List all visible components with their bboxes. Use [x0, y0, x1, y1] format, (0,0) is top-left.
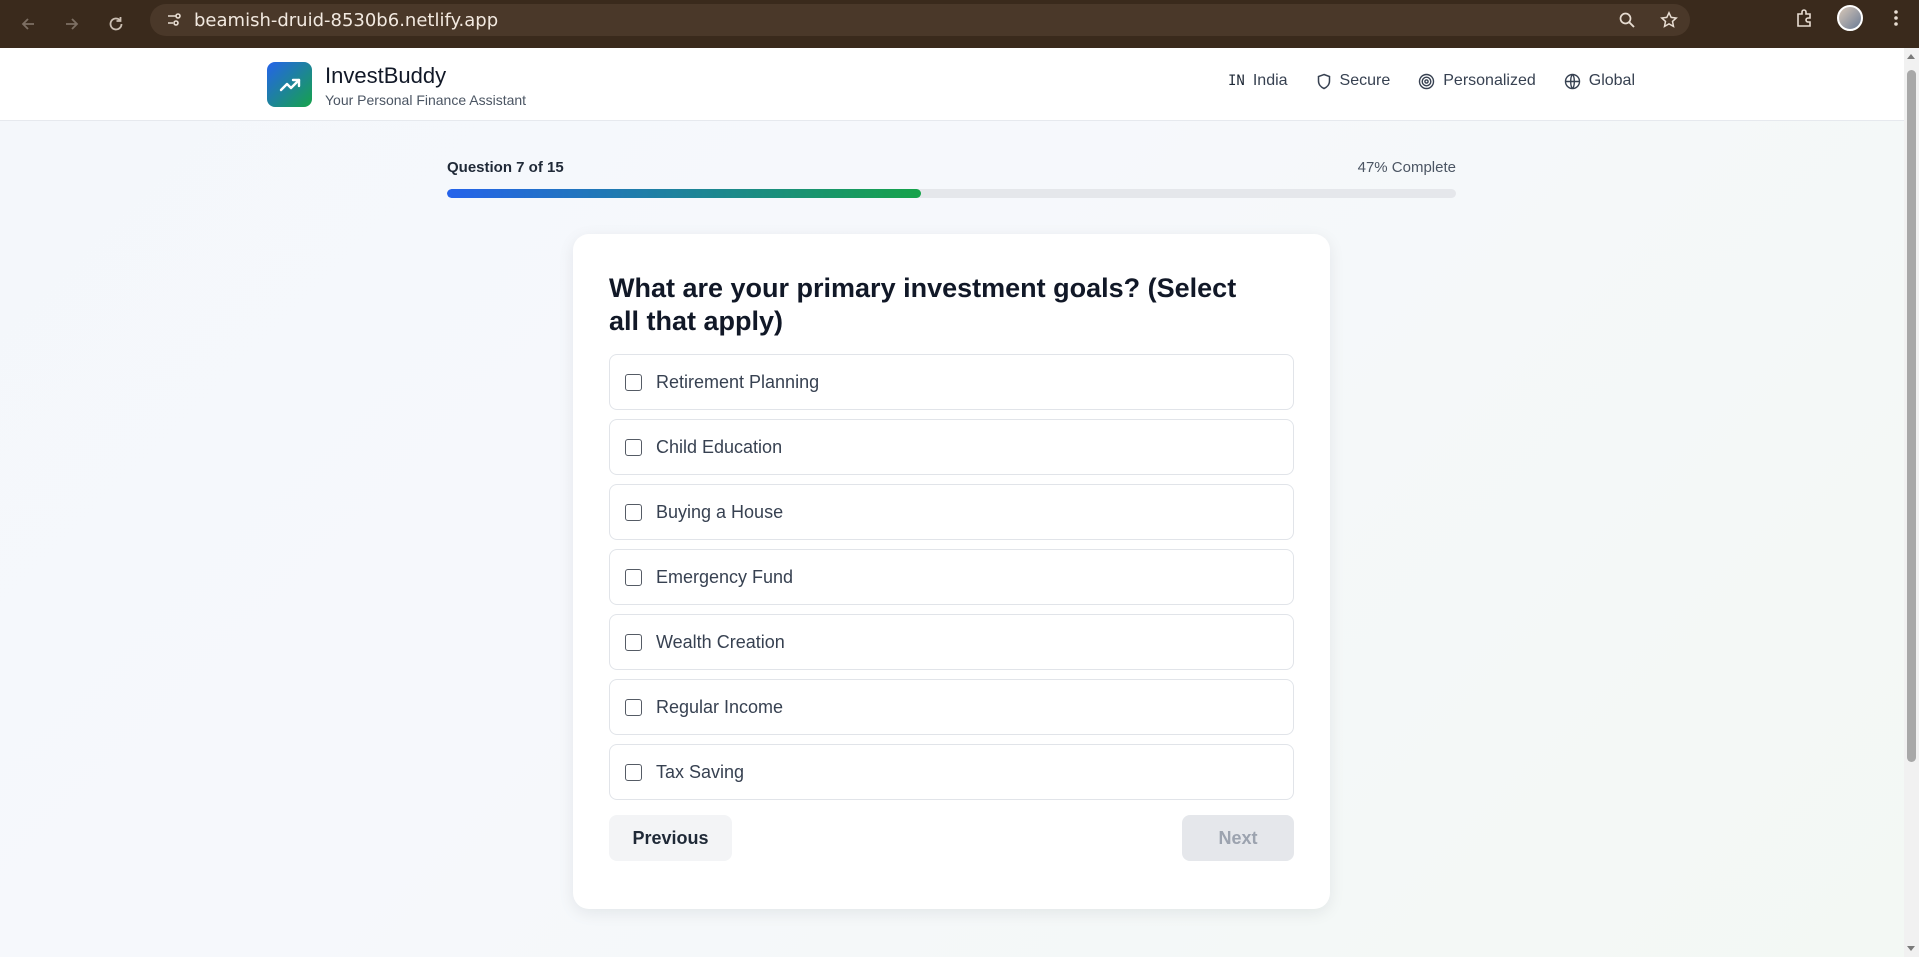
logo[interactable]: [267, 62, 312, 107]
reload-icon: [109, 17, 123, 31]
site-header: InvestBuddy Your Personal Finance Assist…: [0, 48, 1904, 121]
option-label: Buying a House: [656, 501, 784, 522]
badge-country: IN India: [1228, 72, 1288, 90]
bookmark-star-icon[interactable]: [1648, 11, 1690, 29]
progress-bar-fill: [447, 189, 922, 198]
checkbox[interactable]: [625, 568, 642, 586]
previous-button[interactable]: Previous: [609, 815, 732, 861]
option-tax-saving[interactable]: Tax Saving: [609, 744, 1294, 800]
address-bar[interactable]: beamish-druid-8530b6.netlify.app: [150, 4, 1690, 36]
question-text: What are your primary investment goals? …: [609, 273, 1237, 336]
forward-button[interactable]: [50, 6, 94, 42]
page-scrollbar[interactable]: [1904, 48, 1919, 957]
checkbox[interactable]: [625, 633, 642, 651]
scroll-up-icon[interactable]: [1907, 54, 1915, 59]
checkbox[interactable]: [625, 373, 642, 391]
option-wealth-creation[interactable]: Wealth Creation: [609, 614, 1294, 670]
option-label: Child Education: [656, 436, 783, 457]
avatar: [1837, 5, 1863, 31]
badge-personalized: Personalized: [1418, 72, 1536, 90]
checkbox[interactable]: [625, 763, 642, 781]
option-label: Retirement Planning: [656, 371, 820, 392]
question-card: What are your primary investment goals? …: [573, 234, 1330, 909]
option-retirement-planning[interactable]: Retirement Planning: [609, 354, 1294, 410]
option-label: Wealth Creation: [656, 631, 785, 652]
url-text[interactable]: beamish-druid-8530b6.netlify.app: [194, 10, 498, 31]
option-emergency-fund[interactable]: Emergency Fund: [609, 549, 1294, 605]
badge-global: Global: [1564, 72, 1635, 90]
next-button[interactable]: Next: [1182, 815, 1294, 861]
badge-global-label: Global: [1588, 72, 1635, 89]
badge-secure-label: Secure: [1339, 72, 1391, 89]
brand-tagline: Your Personal Finance Assistant: [325, 92, 527, 108]
progress-label: Question 7 of 15: [447, 159, 564, 176]
option-buying-a-house[interactable]: Buying a House: [609, 484, 1294, 540]
header-badges: IN India Secure Personalized Global: [1228, 72, 1635, 90]
globe-icon: [1564, 73, 1580, 89]
browser-toolbar: beamish-druid-8530b6.netlify.app: [0, 0, 1919, 48]
arrow-left-icon: [21, 18, 34, 30]
checkbox[interactable]: [625, 438, 642, 456]
badge-personalized-label: Personalized: [1443, 72, 1536, 89]
options-list: Retirement Planning Child Education Buyi…: [609, 354, 1294, 809]
flag-icon: IN: [1227, 73, 1245, 89]
badge-country-label: India: [1252, 72, 1288, 89]
target-icon: [1419, 73, 1435, 89]
arrow-right-icon: [66, 18, 79, 30]
checkbox[interactable]: [625, 503, 642, 521]
shield-icon: [1317, 73, 1330, 89]
scroll-down-icon[interactable]: [1907, 946, 1915, 951]
brand-name: InvestBuddy: [325, 63, 447, 88]
trending-up-icon: [279, 78, 300, 91]
option-label: Emergency Fund: [656, 566, 794, 587]
extensions-icon[interactable]: [1781, 0, 1827, 36]
option-child-education[interactable]: Child Education: [609, 419, 1294, 475]
site-info-icon[interactable]: [154, 11, 194, 29]
reload-button[interactable]: [94, 6, 138, 42]
option-label: Tax Saving: [656, 761, 745, 782]
back-button[interactable]: [6, 6, 50, 42]
page: InvestBuddy Your Personal Finance Assist…: [0, 48, 1904, 957]
browser-menu-icon[interactable]: [1873, 0, 1919, 36]
zoom-icon[interactable]: [1606, 11, 1648, 29]
option-label: Regular Income: [656, 696, 784, 717]
profile-avatar[interactable]: [1827, 0, 1873, 36]
checkbox[interactable]: [625, 698, 642, 716]
progress-percent: 47% Complete: [1357, 159, 1456, 176]
option-regular-income[interactable]: Regular Income: [609, 679, 1294, 735]
progress-bar: [447, 189, 1456, 198]
scrollbar-thumb[interactable]: [1907, 70, 1916, 762]
badge-secure: Secure: [1316, 72, 1391, 90]
